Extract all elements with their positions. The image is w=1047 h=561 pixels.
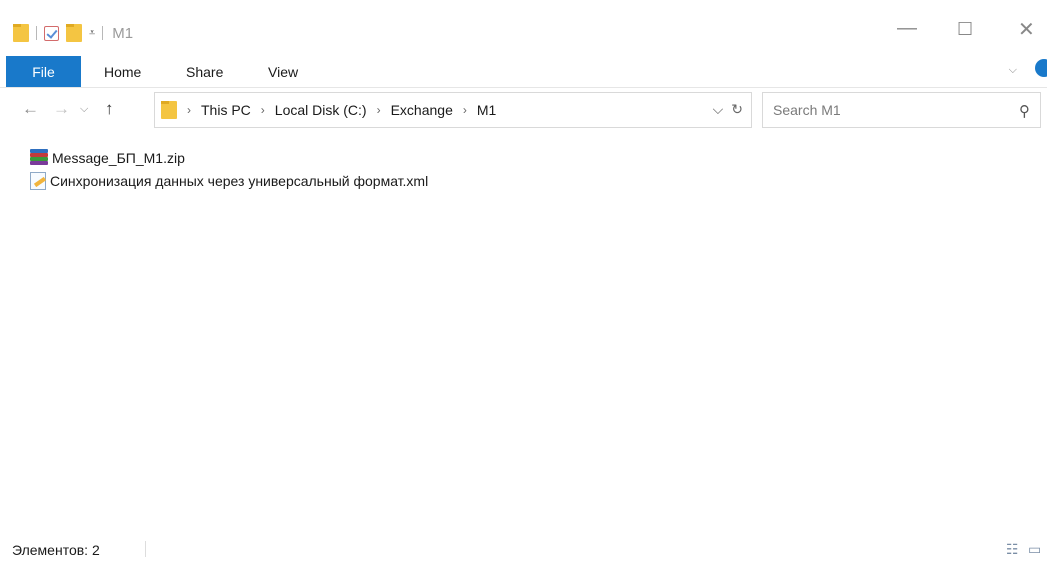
breadcrumb-separator: › xyxy=(187,103,191,117)
status-bar: Элементов: 2 ☷ ▭ xyxy=(0,537,1047,561)
forward-arrow-icon[interactable]: → xyxy=(53,100,70,117)
tab-view[interactable]: View xyxy=(268,58,298,86)
expand-ribbon-chevron-icon[interactable]: ⌵ xyxy=(1009,64,1017,77)
search-icon[interactable]: ⚲ xyxy=(1019,102,1030,120)
file-list: Message_БП_M1.zip Синхронизация данных ч… xyxy=(30,146,428,192)
quick-access-toolbar: ⩡ M1 xyxy=(13,22,133,44)
search-input[interactable]: Search M1 ⚲ xyxy=(762,92,1041,128)
properties-icon[interactable] xyxy=(44,25,59,41)
xml-document-icon xyxy=(30,171,46,190)
tab-share[interactable]: Share xyxy=(186,58,223,86)
status-separator xyxy=(145,541,146,557)
window-title: M1 xyxy=(112,24,134,42)
list-item[interactable]: Синхронизация данных через универсальный… xyxy=(30,169,428,192)
details-view-icon[interactable]: ☷ xyxy=(1006,541,1019,558)
breadcrumb-separator: › xyxy=(260,103,265,117)
customize-toolbar-arrow-icon[interactable]: ⩡ xyxy=(89,27,95,39)
navigation-bar: ← → ⌵ ↑ › This PC › Local Disk (C:) › Ex… xyxy=(0,88,1047,132)
folder-icon xyxy=(161,101,177,119)
new-folder-icon[interactable] xyxy=(66,24,82,42)
item-count: Элементов: 2 xyxy=(12,542,100,558)
refresh-icon[interactable]: ↻ xyxy=(731,101,743,118)
breadcrumb-separator: › xyxy=(376,103,381,117)
breadcrumb-m1[interactable]: M1 xyxy=(477,102,496,118)
title-bar: ⩡ M1 — ☐ ✕ xyxy=(0,0,1047,50)
breadcrumb-local-disk[interactable]: Local Disk (C:) xyxy=(275,102,367,118)
large-icons-view-icon[interactable]: ▭ xyxy=(1028,541,1041,558)
up-arrow-icon[interactable]: ↑ xyxy=(105,100,114,117)
toolbar-separator xyxy=(102,26,104,40)
breadcrumb-separator: › xyxy=(462,103,467,117)
toolbar-separator xyxy=(36,26,37,40)
maximize-button[interactable]: ☐ xyxy=(957,20,973,38)
close-button[interactable]: ✕ xyxy=(1018,20,1035,40)
recent-locations-chevron-icon[interactable]: ⌵ xyxy=(80,104,88,115)
back-arrow-icon[interactable]: ← xyxy=(22,100,39,117)
file-name: Синхронизация данных через универсальный… xyxy=(50,172,429,189)
list-item[interactable]: Message_БП_M1.zip xyxy=(30,146,428,169)
breadcrumb-exchange[interactable]: Exchange xyxy=(391,102,453,118)
folder-icon[interactable] xyxy=(13,24,29,42)
address-history-chevron-icon[interactable]: ⌵ xyxy=(713,101,724,118)
tab-file[interactable]: File xyxy=(6,56,81,87)
search-placeholder: Search M1 xyxy=(773,102,841,118)
ribbon-tabs: File Home Share View ⌵ xyxy=(0,50,1047,88)
file-name: Message_БП_M1.zip xyxy=(52,149,185,166)
tab-home[interactable]: Home xyxy=(104,58,141,86)
breadcrumb-this-pc[interactable]: This PC xyxy=(201,102,251,118)
minimize-button[interactable]: — xyxy=(897,18,917,38)
address-bar[interactable]: › This PC › Local Disk (C:) › Exchange ›… xyxy=(154,92,752,128)
help-icon[interactable] xyxy=(1035,59,1047,77)
winrar-archive-icon xyxy=(30,149,48,166)
